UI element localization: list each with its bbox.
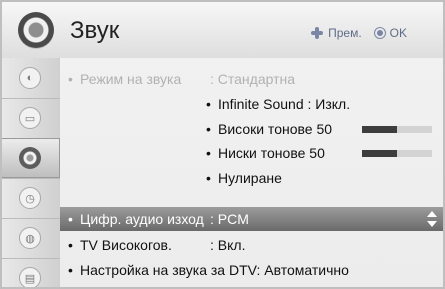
tv-sound-menu: Звук Прем. OK ◐ ▭ ◷ ◍ ▤ • Режим на звука… xyxy=(0,0,445,289)
screen-frame xyxy=(0,0,445,289)
